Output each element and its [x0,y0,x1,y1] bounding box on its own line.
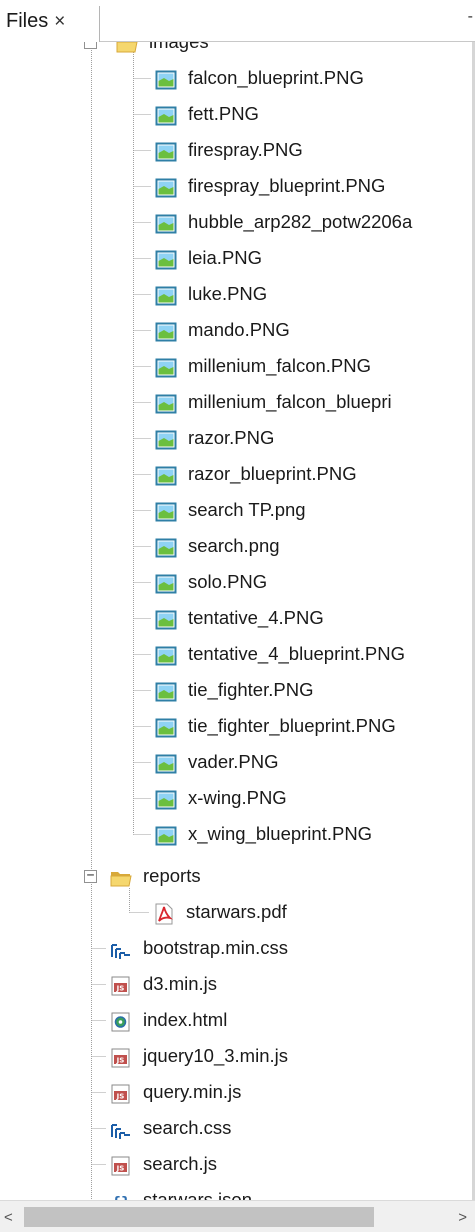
image-file-icon [155,463,177,486]
node-label: solo.PNG [188,571,268,592]
node-label: search.png [188,535,280,556]
node-label: tie_fighter_blueprint.PNG [188,715,396,736]
node-label: starwars.pdf [186,901,287,922]
node-label: razor_blueprint.PNG [188,463,357,484]
node-label: index.html [143,1009,228,1030]
scroll-left-arrow-icon[interactable]: < [4,1209,13,1226]
svg-text:{}: {} [111,1193,130,1200]
html-file-icon [110,1009,132,1032]
node-label: x-wing.PNG [188,787,287,808]
image-file-icon [155,679,177,702]
image-file-icon [155,175,177,198]
js-file-icon: JS [110,1153,132,1176]
svg-text:JS: JS [116,1057,125,1065]
svg-text:JS: JS [116,1165,125,1173]
js-file-icon: JS [110,1081,132,1104]
json-file-icon: {} [110,1189,132,1200]
node-label: razor.PNG [188,427,275,448]
image-file-icon [155,643,177,666]
node-label: d3.min.js [143,973,218,994]
node-label: hubble_arp282_potw2206a [188,211,413,232]
node-label: falcon_blueprint.PNG [188,67,364,88]
image-file-icon [155,715,177,738]
scroll-right-arrow-icon[interactable]: > [458,1209,467,1226]
node-label: reports [143,865,201,886]
node-label: tentative_4_blueprint.PNG [188,643,405,664]
toggle-images[interactable]: − [84,42,97,49]
js-file-icon: JS [110,1045,132,1068]
image-file-icon [155,103,177,126]
node-label: firespray_blueprint.PNG [188,175,386,196]
node-label: mando.PNG [188,319,290,340]
node-label: query.min.js [143,1081,242,1102]
tab-files-label: Files [6,10,49,32]
node-label: search.js [143,1153,218,1174]
image-file-icon [155,391,177,414]
node-label: vader.PNG [188,751,279,772]
css-file-icon [110,1117,132,1139]
toggle-reports[interactable]: − [84,869,97,883]
scrollbar-thumb[interactable] [24,1207,374,1227]
node-label: firespray.PNG [188,139,303,160]
panel-tab-bar: Files × - [0,0,475,42]
node-label: images [149,42,209,60]
node-label: tie_fighter.PNG [188,679,314,700]
image-file-icon [155,607,177,630]
image-file-icon [155,751,177,774]
image-file-icon [155,427,177,450]
css-file-icon [110,937,132,959]
tab-files[interactable]: Files × [0,6,100,42]
folder-open-icon [116,42,138,53]
pdf-file-icon [153,901,175,925]
folder-open-icon [110,865,132,887]
node-label: x_wing_blueprint.PNG [188,823,373,844]
node-label: tentative_4.PNG [188,607,324,628]
js-file-icon: JS [110,973,132,996]
node-label: millenium_falcon_bluepri [188,391,392,412]
image-file-icon [155,571,177,594]
node-label: starwars.json [143,1189,252,1200]
node-label: luke.PNG [188,283,268,304]
image-file-icon [155,319,177,342]
image-file-icon [155,535,177,558]
node-label: millenium_falcon.PNG [188,355,372,376]
image-file-icon [155,211,177,234]
image-file-icon [155,499,177,522]
node-label: search.css [143,1117,232,1138]
svg-text:JS: JS [116,985,125,993]
node-label: bootstrap.min.css [143,937,288,958]
node-label: search TP.png [188,499,306,520]
image-file-icon [155,787,177,810]
svg-text:JS: JS [116,1093,125,1101]
image-file-icon [155,139,177,162]
horizontal-scrollbar[interactable]: < > [0,1200,475,1232]
image-file-icon [155,355,177,378]
close-icon[interactable]: × [54,7,65,37]
image-file-icon [155,67,177,90]
minimize-icon[interactable]: - [468,8,473,26]
image-file-icon [155,823,177,846]
file-tree[interactable]: images − falcon_blueprint.PNG fett.PNG fires… [0,42,475,1200]
image-file-icon [155,283,177,306]
image-file-icon [155,247,177,270]
node-label: jquery10_3.min.js [143,1045,288,1066]
node-label: fett.PNG [188,103,259,124]
node-label: leia.PNG [188,247,263,268]
